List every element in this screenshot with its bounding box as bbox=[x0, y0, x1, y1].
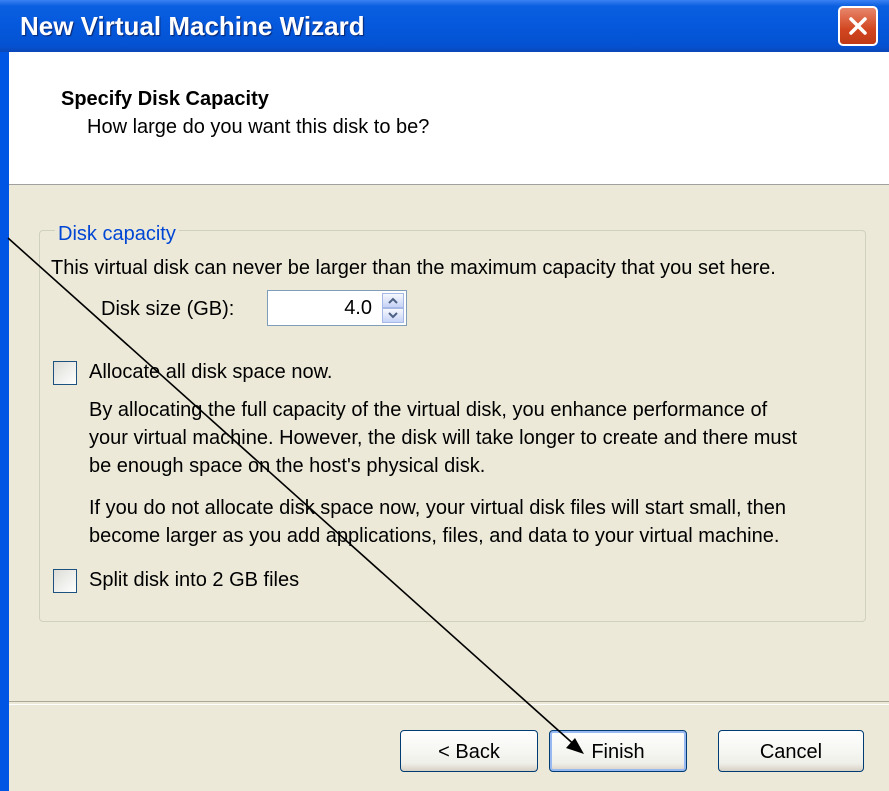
cancel-button[interactable]: Cancel bbox=[718, 730, 864, 772]
spinner-buttons bbox=[382, 293, 404, 323]
window-frame-left bbox=[0, 52, 9, 791]
title-bar: New Virtual Machine Wizard bbox=[0, 0, 889, 52]
allocate-checkbox[interactable] bbox=[53, 361, 77, 385]
disk-size-spinner[interactable]: 4.0 bbox=[267, 290, 407, 326]
allocate-help-line-2: your virtual machine. However, the disk … bbox=[89, 427, 798, 449]
back-button[interactable]: < Back bbox=[400, 730, 538, 772]
spin-down-button[interactable] bbox=[382, 308, 404, 323]
chevron-down-icon bbox=[388, 312, 398, 319]
disk-size-label: Disk size (GB): bbox=[101, 298, 235, 320]
page-title: Specify Disk Capacity bbox=[61, 88, 269, 110]
window-title: New Virtual Machine Wizard bbox=[20, 11, 365, 41]
disk-size-value[interactable]: 4.0 bbox=[344, 297, 372, 320]
split-disk-label[interactable]: Split disk into 2 GB files bbox=[89, 569, 299, 592]
capacity-description: This virtual disk can never be larger th… bbox=[51, 257, 776, 279]
group-legend: Disk capacity bbox=[55, 223, 179, 246]
split-disk-checkbox[interactable] bbox=[53, 569, 77, 593]
allocate-help-line-3: be enough space on the host's physical d… bbox=[89, 455, 486, 477]
page-subtitle: How large do you want this disk to be? bbox=[87, 116, 430, 138]
wizard-header: Specify Disk Capacity How large do you w… bbox=[9, 52, 889, 185]
allocate-help-line-1: By allocating the full capacity of the v… bbox=[89, 399, 768, 421]
disk-capacity-group bbox=[39, 230, 866, 622]
finish-button[interactable]: Finish bbox=[549, 730, 687, 772]
close-button[interactable] bbox=[838, 6, 878, 46]
allocate-note-line-1: If you do not allocate disk space now, y… bbox=[89, 497, 786, 519]
close-icon bbox=[849, 17, 867, 35]
allocate-note-line-2: become larger as you add applications, f… bbox=[89, 525, 780, 547]
allocate-label[interactable]: Allocate all disk space now. bbox=[89, 361, 332, 384]
chevron-up-icon bbox=[388, 297, 398, 304]
spin-up-button[interactable] bbox=[382, 293, 404, 308]
button-separator bbox=[9, 701, 889, 705]
